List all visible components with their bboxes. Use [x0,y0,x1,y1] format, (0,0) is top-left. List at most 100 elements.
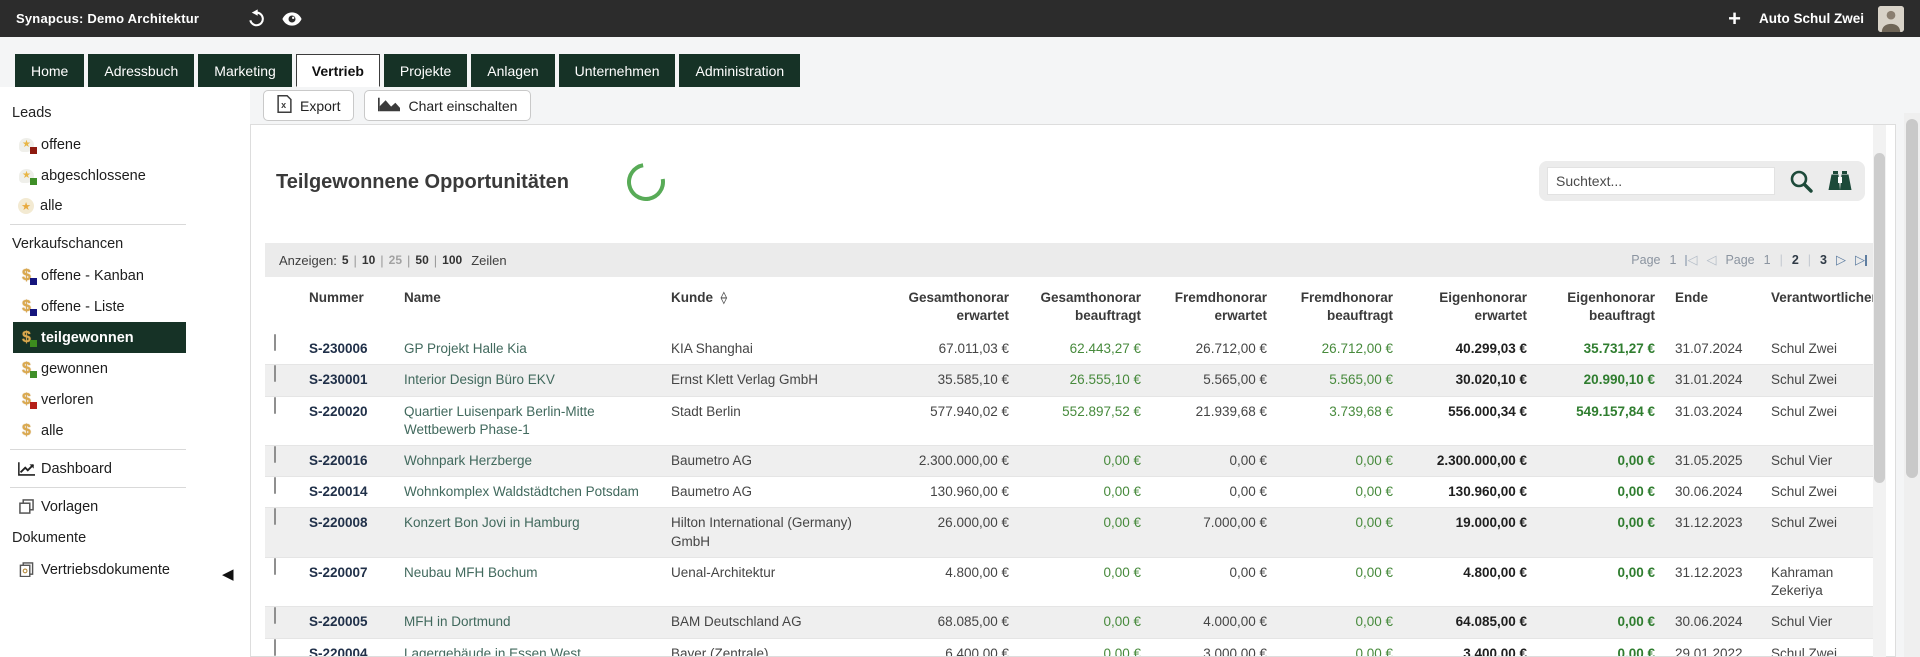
column-header-gesamt_erwartet[interactable]: Gesamthonorarerwartet [881,289,1021,324]
cell-eigen_erwartet: 40.299,03 € [1405,334,1539,364]
search-icon[interactable] [1789,169,1813,193]
chart-toggle-button[interactable]: Chart einschalten [364,90,531,121]
cell-name[interactable]: Wohnpark Herzberge [396,446,663,476]
page-size-option-50[interactable]: 50 [415,253,428,267]
eye-icon[interactable] [282,12,302,26]
sidebar-item-offene[interactable]: ★offene [13,129,186,160]
sidebar-item-gewonnen[interactable]: $gewonnen [13,353,186,384]
cell-eigen_erwartet: 2.300.000,00 € [1405,446,1539,476]
undo-icon[interactable] [247,9,266,28]
tab-administration[interactable]: Administration [679,54,800,87]
column-header-nummer[interactable]: Nummer [301,289,396,324]
page-size-option-100[interactable]: 100 [442,253,462,267]
column-header-fremd_beauftragt[interactable]: Fremdhonorarbeauftragt [1279,289,1405,324]
cell-ende: 30.06.2024 [1667,607,1763,637]
sidebar-item-label: alle [40,198,63,214]
page-number-1[interactable]: 1 [1764,253,1771,267]
sidebar-divider [10,449,186,450]
toolbar: x Export Chart einschalten [250,87,1920,124]
cell-gesamt_erwartet: 68.085,00 € [881,607,1021,637]
plus-icon[interactable]: + [1728,6,1741,32]
page-size-option-10[interactable]: 10 [362,253,375,267]
cell-fremd_erwartet: 7.000,00 € [1153,508,1279,538]
cell-fremd_beauftragt: 0,00 € [1279,558,1405,588]
sidebar-item-vertriebsdokumente[interactable]: Vertriebsdokumente [13,554,186,585]
user-avatar[interactable] [1878,6,1904,32]
cell-kunde: Bayer (Zentrale) [663,639,881,657]
sidebar-item-abgeschlossene[interactable]: ★abgeschlossene [13,160,186,191]
search-input[interactable] [1547,167,1775,195]
page-size-option-5[interactable]: 5 [342,253,349,267]
sidebar-item-label: offene - Kanban [41,268,144,284]
cell-name[interactable]: Wohnkomplex Waldstädtchen Potsdam [396,477,663,507]
sidebar-item-alle[interactable]: $alle [13,415,186,446]
sidebar-item-offene-liste[interactable]: $offene - Liste [13,291,186,322]
sidebar-item-alle[interactable]: ★alle [13,191,186,221]
sidebar-item-offene-kanban[interactable]: $offene - Kanban [13,260,186,291]
opportunity-lost-icon: $ [18,391,35,408]
page-number-2[interactable]: 2 [1792,253,1799,267]
page-scrollbar-thumb[interactable] [1906,119,1918,478]
tab-home[interactable]: Home [15,54,84,87]
column-header-fremd_erwartet[interactable]: Fremdhonorarerwartet [1153,289,1279,324]
cell-fremd_erwartet: 5.565,00 € [1153,365,1279,395]
status-badge [30,309,37,316]
cell-eigen_beauftragt: 0,00 € [1539,477,1667,507]
sidebar-section-dokumente: Dokumente [0,522,250,554]
row-checkbox[interactable] [274,508,276,525]
column-header-verantwortlicher[interactable]: Verantwortlicher [1763,289,1881,324]
column-header-name[interactable]: Name [396,289,663,324]
cell-fremd_beauftragt: 5.565,00 € [1279,365,1405,395]
export-button[interactable]: x Export [263,90,354,121]
tab-adressbuch[interactable]: Adressbuch [88,54,194,87]
cell-eigen_erwartet: 30.020,10 € [1405,365,1539,395]
cell-name[interactable]: GP Projekt Halle Kia [396,334,663,364]
prev-page-icon[interactable]: ◁ [1706,252,1716,268]
cell-eigen_erwartet: 19.000,00 € [1405,508,1539,538]
column-header-eigen_beauftragt[interactable]: Eigenhonorarbeauftragt [1539,289,1667,324]
cell-gesamt_erwartet: 26.000,00 € [881,508,1021,538]
tab-vertrieb[interactable]: Vertrieb [296,54,380,87]
tab-marketing[interactable]: Marketing [198,54,291,87]
cell-eigen_erwartet: 4.800,00 € [1405,558,1539,588]
advanced-search-binoculars-icon[interactable] [1827,170,1853,192]
column-header-eigen_erwartet[interactable]: Eigenhonorarerwartet [1405,289,1539,324]
tab-projekte[interactable]: Projekte [384,54,467,87]
sidebar-item-teilgewonnen[interactable]: $teilgewonnen [13,322,186,353]
sidebar-item-verloren[interactable]: $verloren [13,384,186,415]
page-size-option-25[interactable]: 25 [389,253,402,267]
cell-gesamt_erwartet: 4.800,00 € [881,558,1021,588]
tab-anlagen[interactable]: Anlagen [471,54,554,87]
cell-name[interactable]: Lagergebäude in Essen West [396,639,663,657]
row-checkbox[interactable] [274,639,276,656]
first-page-icon[interactable]: ◁ [1685,252,1697,268]
row-checkbox[interactable] [274,558,276,575]
next-page-icon[interactable]: ▷ [1836,252,1846,268]
last-page-icon[interactable]: ▷ [1855,252,1867,268]
cell-name[interactable]: MFH in Dortmund [396,607,663,637]
cell-name[interactable]: Konzert Bon Jovi in Hamburg [396,508,663,538]
sort-icon[interactable]: △▽ [721,292,727,304]
cell-fremd_erwartet: 21.939,68 € [1153,397,1279,427]
row-checkbox[interactable] [274,607,276,624]
cell-name[interactable]: Interior Design Büro EKV [396,365,663,395]
row-checkbox[interactable] [274,365,276,382]
inner-scrollbar-thumb[interactable] [1874,153,1885,483]
cell-name[interactable]: Quartier Luisenpark Berlin-Mitte Wettbew… [396,397,663,445]
pagination: Page1◁◁Page1|2|3▷▷ [1631,252,1867,268]
column-header-kunde[interactable]: Kunde △▽ [663,289,881,324]
cell-name[interactable]: Neubau MFH Bochum [396,558,663,588]
row-checkbox[interactable] [274,397,276,414]
column-header-gesamt_beauftragt[interactable]: Gesamthonorarbeauftragt [1021,289,1153,324]
page-number-3[interactable]: 3 [1820,253,1827,267]
tab-unternehmen[interactable]: Unternehmen [559,54,676,87]
sidebar-collapse-icon[interactable]: ◀ [222,565,234,583]
sidebar-item-vorlagen[interactable]: Vorlagen [13,491,186,522]
row-checkbox[interactable] [274,477,276,494]
sidebar-item-dashboard[interactable]: Dashboard [13,453,186,484]
cell-nummer: S-220005 [301,607,396,637]
row-checkbox[interactable] [274,446,276,463]
cell-gesamt_beauftragt: 0,00 € [1021,508,1153,538]
column-header-ende[interactable]: Ende [1667,289,1763,324]
row-checkbox[interactable] [274,334,276,351]
